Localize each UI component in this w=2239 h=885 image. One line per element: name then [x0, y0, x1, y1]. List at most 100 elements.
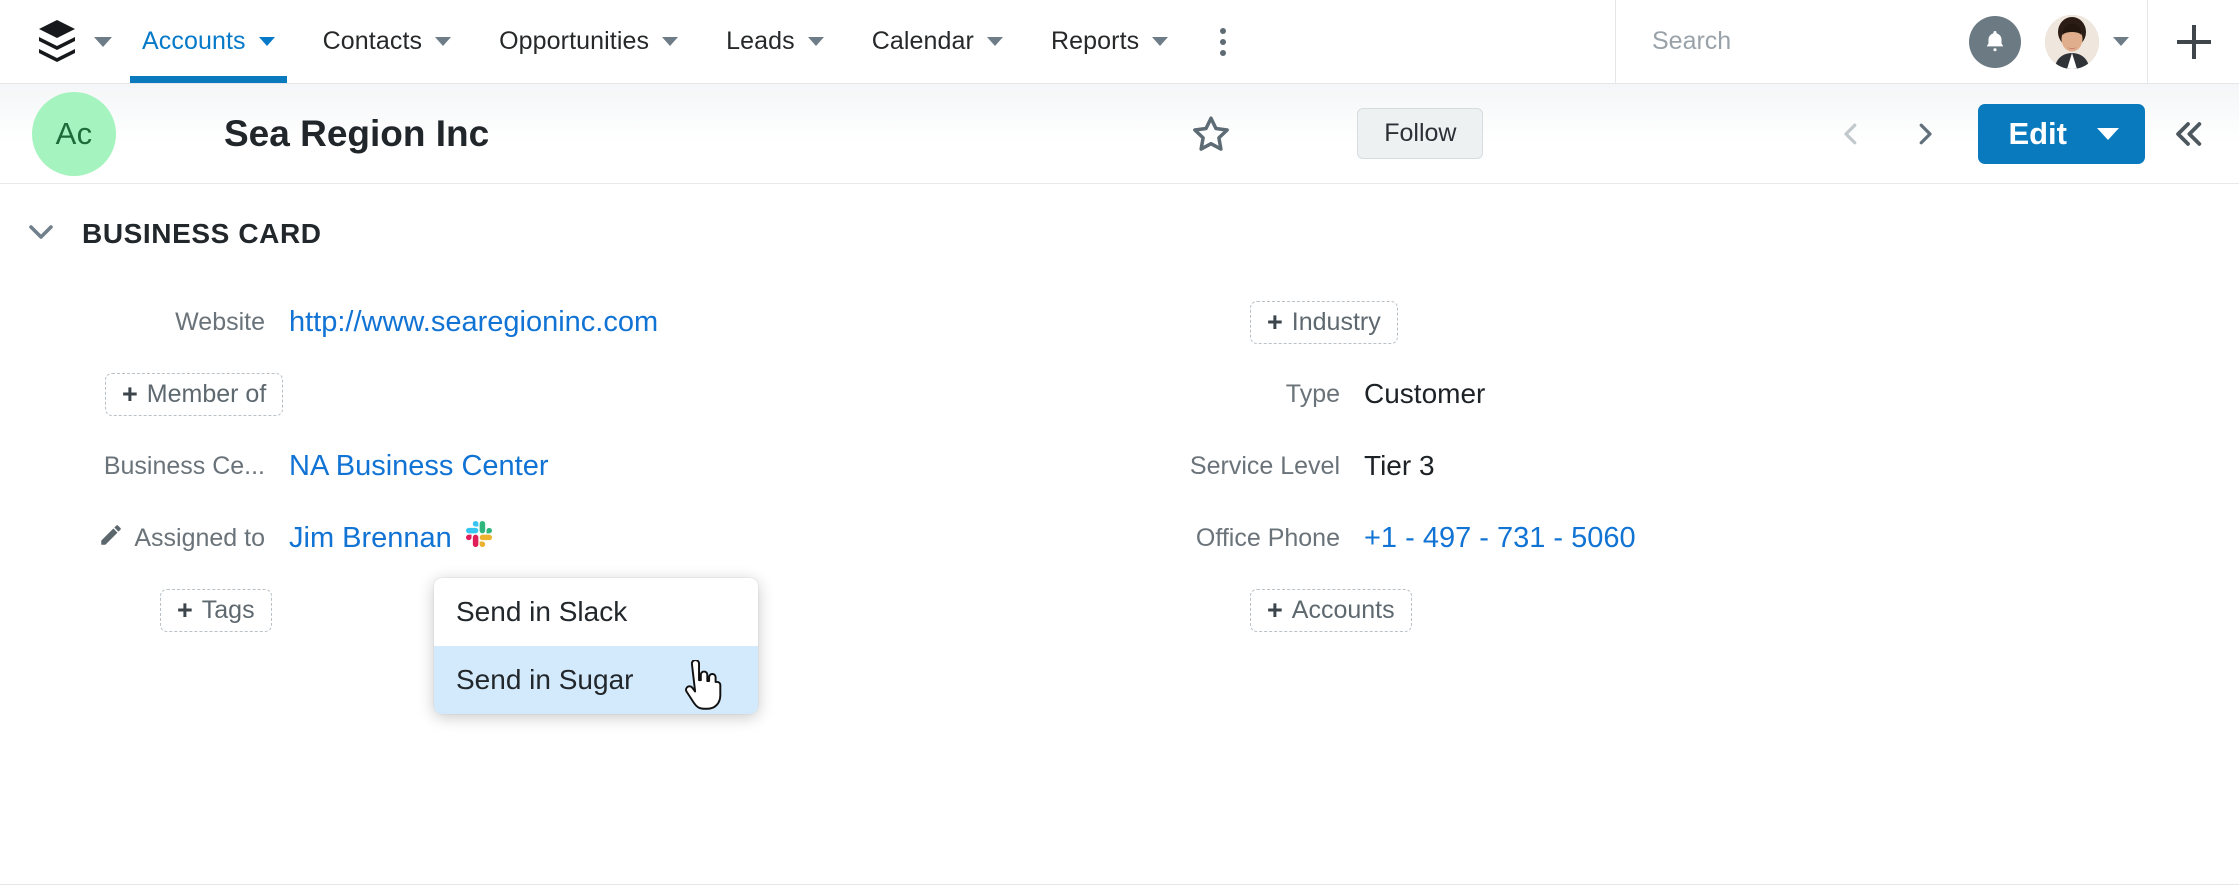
record-avatar: Ac: [32, 92, 116, 176]
sugar-cube-stack-logo[interactable]: [36, 19, 78, 65]
prev-record-button[interactable]: [1814, 117, 1888, 151]
chevron-down-icon[interactable]: [662, 37, 678, 46]
nav-item-label: Calendar: [872, 27, 974, 56]
logo-group[interactable]: [0, 0, 118, 83]
search-input[interactable]: [1652, 27, 1974, 56]
field-label: Website: [0, 308, 265, 337]
pointing-hand-cursor: [678, 660, 722, 717]
add-accounts-button[interactable]: + Accounts: [1250, 589, 1412, 632]
quick-create-button[interactable]: [2147, 0, 2239, 83]
star-outline-icon: [1189, 112, 1233, 156]
plus-icon: +: [1267, 597, 1283, 624]
pencil-icon-svg: [98, 522, 124, 548]
add-button-label: Member of: [147, 380, 266, 409]
notifications-group: [1955, 0, 2035, 83]
field-label: Business Ce...: [0, 452, 265, 481]
nav-right-group: [1615, 0, 2239, 83]
field-value-type: Customer: [1340, 378, 1485, 410]
nav-item-leads[interactable]: Leads: [702, 0, 848, 83]
double-chevron-left-icon: [2171, 117, 2205, 151]
next-record-button[interactable]: [1888, 117, 1962, 151]
business-card-panel: BUSINESS CARD Website http://www.searegi…: [0, 184, 2239, 714]
add-member-of-button[interactable]: + Member of: [105, 373, 283, 416]
add-tags-button[interactable]: + Tags: [160, 589, 272, 632]
plus-icon: +: [122, 381, 138, 408]
pointing-hand-cursor-svg: [678, 660, 722, 712]
add-button-label: Tags: [202, 596, 255, 625]
kebab-dot: [1220, 28, 1226, 34]
nav-item-label: Reports: [1051, 27, 1139, 56]
assigned-user-link[interactable]: Jim Brennan: [289, 522, 452, 555]
slack-logo-svg: [466, 521, 492, 547]
record-header-actions: Edit: [1814, 104, 2239, 164]
field-business-center: Business Ce... NA Business Center: [0, 430, 1120, 502]
add-button-label: Industry: [1292, 308, 1381, 337]
field-label: Type: [1120, 380, 1340, 409]
plus-icon: +: [1267, 309, 1283, 336]
kebab-dot: [1220, 50, 1226, 56]
chevron-down-icon[interactable]: [987, 37, 1003, 46]
nav-item-contacts[interactable]: Contacts: [299, 0, 475, 83]
field-value-service-level: Tier 3: [1340, 450, 1435, 482]
right-field-column: + Industry Type Customer Service Level T…: [1120, 286, 2239, 646]
field-value-office-phone[interactable]: +1 - 497 - 731 - 5060: [1340, 522, 1636, 555]
field-assigned-to: Assigned to Jim Brennan: [0, 502, 1120, 574]
menu-item-send-in-slack[interactable]: Send in Slack: [434, 578, 758, 646]
chevron-down-icon[interactable]: [94, 37, 112, 47]
chevron-down-icon-svg: [26, 222, 56, 242]
add-member-of-row: + Member of: [0, 358, 1120, 430]
avatar-svg: [2045, 15, 2099, 69]
user-menu[interactable]: [2035, 0, 2147, 83]
field-value-assigned-to[interactable]: Jim Brennan: [265, 521, 492, 555]
follow-button[interactable]: Follow: [1357, 108, 1483, 159]
collapse-panel-button[interactable]: [2145, 117, 2217, 151]
chevron-down-icon[interactable]: [2097, 128, 2119, 140]
kebab-vertical-menu-icon[interactable]: [1192, 0, 1254, 83]
record-header: Ac Sea Region Inc Follow Edit: [0, 84, 2239, 184]
nav-item-label: Leads: [726, 27, 795, 56]
bell-icon[interactable]: [1969, 16, 2021, 68]
field-office-phone: Office Phone +1 - 497 - 731 - 5060: [1120, 502, 2239, 574]
nav-item-label: Accounts: [142, 27, 246, 56]
nav-item-opportunities[interactable]: Opportunities: [475, 0, 702, 83]
field-value-website[interactable]: http://www.searegioninc.com: [265, 306, 658, 339]
add-accounts-row: + Accounts: [1120, 574, 2239, 646]
field-label-assigned-to: Assigned to: [0, 522, 265, 555]
field-type: Type Customer: [1120, 358, 2239, 430]
panel-title: BUSINESS CARD: [82, 218, 322, 250]
kebab-dot: [1220, 39, 1226, 45]
page-title: Sea Region Inc: [224, 113, 489, 155]
chevron-right-icon: [1910, 117, 1940, 151]
field-website: Website http://www.searegioninc.com: [0, 286, 1120, 358]
plus-icon: +: [177, 597, 193, 624]
add-industry-button[interactable]: + Industry: [1250, 301, 1398, 344]
chevron-down-icon[interactable]: [2113, 37, 2129, 46]
field-label: Service Level: [1120, 452, 1340, 481]
slack-logo-icon[interactable]: [466, 521, 492, 555]
nav-item-calendar[interactable]: Calendar: [848, 0, 1027, 83]
chevron-down-icon[interactable]: [26, 222, 56, 247]
sugar-cube-stack-logo-svg: [36, 19, 78, 65]
plus-icon: [2177, 25, 2211, 59]
field-value-business-center[interactable]: NA Business Center: [265, 450, 549, 483]
nav-item-list: Accounts Contacts Opportunities Leads Ca…: [118, 0, 1192, 83]
nav-item-reports[interactable]: Reports: [1027, 0, 1192, 83]
chevron-down-icon[interactable]: [435, 37, 451, 46]
panel-header[interactable]: BUSINESS CARD: [0, 184, 2239, 250]
nav-item-label: Opportunities: [499, 27, 649, 56]
edit-button[interactable]: Edit: [1978, 104, 2145, 164]
nav-item-label: Contacts: [323, 27, 422, 56]
top-navigation-bar: Accounts Contacts Opportunities Leads Ca…: [0, 0, 2239, 84]
field-label-text: Assigned to: [134, 524, 265, 553]
favorite-star-button[interactable]: [1189, 112, 1233, 156]
field-label: Office Phone: [1120, 524, 1340, 553]
chevron-down-icon[interactable]: [259, 37, 275, 46]
add-industry-row: + Industry: [1120, 286, 2239, 358]
nav-item-accounts[interactable]: Accounts: [118, 0, 299, 83]
pencil-inline-edit-icon[interactable]: [98, 522, 124, 555]
global-search[interactable]: [1615, 0, 1955, 83]
chevron-down-icon[interactable]: [1152, 37, 1168, 46]
user-avatar-photo[interactable]: [2045, 15, 2099, 69]
edit-button-label: Edit: [2008, 116, 2067, 152]
chevron-down-icon[interactable]: [808, 37, 824, 46]
